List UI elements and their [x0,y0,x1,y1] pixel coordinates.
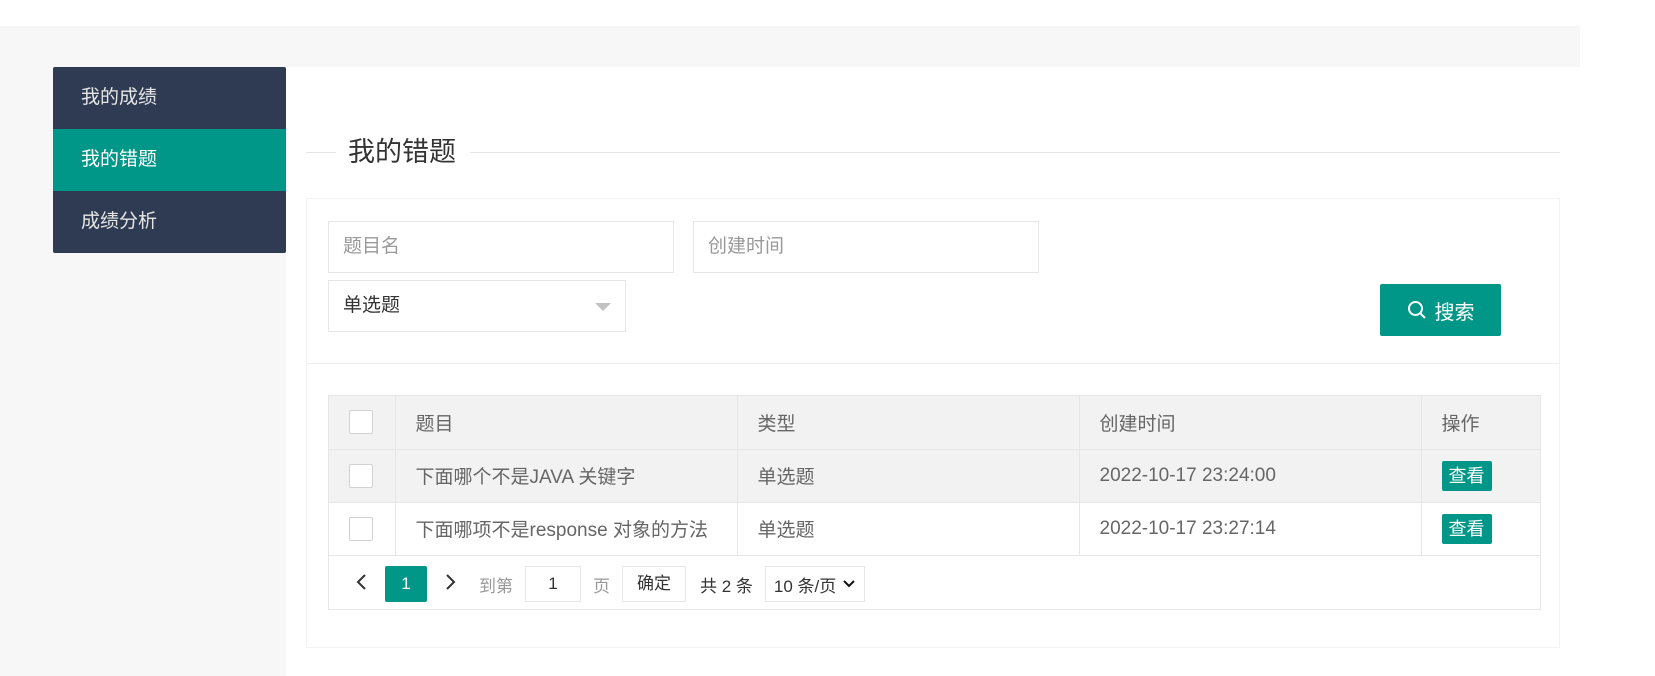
next-page-icon[interactable] [435,572,465,597]
view-button[interactable]: 查看 [1441,460,1492,491]
page-size-select[interactable]: 10 条/页 [764,566,866,602]
main-panel: 我的错题 题目名 创建时间 单选题 搜索 题目 类型 创建时间 操作 下面哪个不… [286,67,1580,676]
sidebar-item-my-mistakes[interactable]: 我的错题 [53,129,286,191]
goto-confirm-button[interactable]: 确定 [622,566,686,602]
search-button-label: 搜索 [1434,301,1475,324]
question-type-select[interactable]: 单选题 [328,280,626,332]
row-title: 下面哪项不是response 对象的方法 [395,502,738,556]
content-card: 题目名 创建时间 单选题 搜索 题目 类型 创建时间 操作 下面哪个不是JAVA… [306,198,1560,648]
table-header-row: 题目 类型 创建时间 操作 [329,396,1540,450]
created-time-input[interactable]: 创建时间 [693,221,1039,273]
page-size-value: 10 条/页 [773,576,837,596]
section-title: 我的错题 [336,135,470,169]
row-created: 2022-10-17 23:24:00 [1079,449,1422,503]
pagination: 1 到第 1 页 确定 共 2 条 10 条/页 [329,558,1540,610]
section-header: 我的错题 [306,135,1560,169]
mistakes-table: 题目 类型 创建时间 操作 下面哪个不是JAVA 关键字 单选题 2022-10… [328,395,1541,610]
dropdown-arrow-icon [595,303,611,311]
row-action-cell: 查看 [1421,502,1540,556]
chevron-down-icon [843,580,855,588]
question-type-selected: 单选题 [343,295,401,316]
search-button[interactable]: 搜索 [1380,284,1501,336]
row-created: 2022-10-17 23:27:14 [1079,502,1422,556]
select-all-cell [329,396,396,450]
question-name-input[interactable]: 题目名 [328,221,674,273]
column-header-created: 创建时间 [1079,396,1422,450]
filter-divider [307,363,1559,364]
row-select-cell [329,502,396,556]
goto-suffix: 页 [593,576,610,596]
row-type: 单选题 [737,502,1080,556]
prev-page-icon[interactable] [347,572,377,597]
row-select-cell [329,449,396,503]
row-type: 单选题 [737,449,1080,503]
column-header-title: 题目 [395,396,738,450]
search-icon [1407,301,1426,319]
select-all-checkbox[interactable] [349,410,373,435]
row-checkbox[interactable] [349,463,373,488]
goto-page-input[interactable]: 1 [525,566,581,602]
table-row: 下面哪个不是JAVA 关键字 单选题 2022-10-17 23:24:00 查… [329,449,1540,503]
sidebar-item-score-analysis[interactable]: 成绩分析 [53,191,286,253]
column-header-action: 操作 [1421,396,1540,450]
current-page[interactable]: 1 [385,566,427,602]
goto-prefix: 到第 [479,576,513,596]
sidebar-item-my-scores[interactable]: 我的成绩 [53,67,286,129]
sidebar-nav: 我的成绩 我的错题 成绩分析 [53,67,286,253]
section-divider-line [306,152,1560,153]
table-row: 下面哪项不是response 对象的方法 单选题 2022-10-17 23:2… [329,502,1540,556]
row-checkbox[interactable] [349,516,373,541]
view-button[interactable]: 查看 [1441,513,1492,544]
column-header-type: 类型 [737,396,1080,450]
total-count: 共 2 条 [700,576,753,596]
row-title: 下面哪个不是JAVA 关键字 [395,449,738,503]
row-action-cell: 查看 [1421,449,1540,503]
